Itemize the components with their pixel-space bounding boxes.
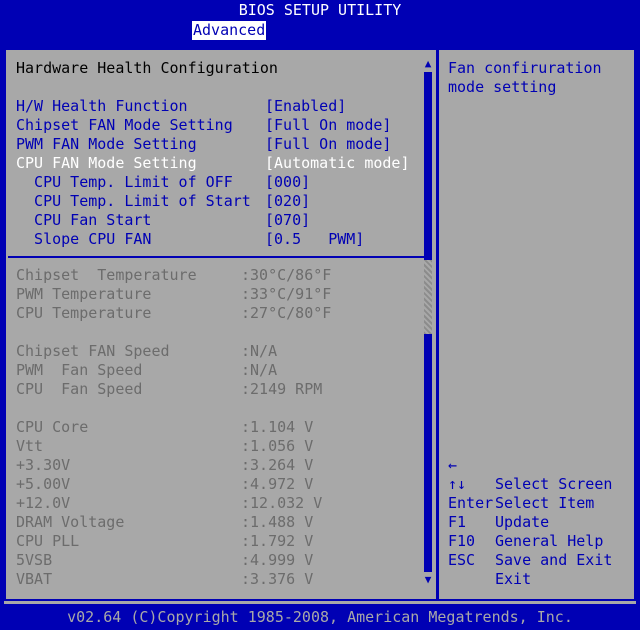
- monitor-value: :33°C/91°F: [241, 285, 332, 303]
- key-description: Exit: [495, 570, 532, 588]
- monitor-dram-voltage: DRAM Voltage :1.488 V: [16, 513, 313, 532]
- panel-bottom-border: [4, 599, 636, 601]
- monitor-vbat: VBAT :3.376 V: [16, 570, 313, 589]
- setting-cpu-temp-limit-start[interactable]: CPU Temp. Limit of Start [020]: [16, 192, 310, 211]
- setting-label: PWM FAN Mode Setting: [16, 135, 197, 153]
- setting-value: [000]: [265, 173, 311, 191]
- monitor-label: PWM Fan Speed: [16, 361, 143, 379]
- monitor-label: +5.00V: [16, 475, 71, 493]
- monitor-label: PWM Temperature: [16, 285, 152, 303]
- monitor-label: VBAT: [16, 570, 53, 588]
- setting-value: [0.5 PWM]: [265, 230, 365, 248]
- monitor-label: Vtt: [16, 437, 44, 455]
- monitor-label: Chipset Temperature: [16, 266, 197, 284]
- monitor-label: CPU PLL: [16, 532, 80, 550]
- tab-advanced[interactable]: Advanced: [192, 21, 267, 40]
- setting-cpu-temp-limit-off[interactable]: CPU Temp. Limit of OFF [000]: [16, 173, 310, 192]
- monitor-value: :N/A: [241, 361, 278, 379]
- monitor-value: :1.104 V: [241, 418, 314, 436]
- panel-divider: [436, 48, 439, 601]
- key-row: F1 General Help: [448, 494, 628, 550]
- setting-label: CPU FAN Mode Setting: [16, 154, 197, 172]
- scroll-up-arrow-icon[interactable]: ▲: [422, 58, 434, 70]
- key-row: Enter Update: [448, 475, 628, 531]
- monitor-label: CPU Fan Speed: [16, 380, 143, 398]
- scrollbar[interactable]: ▲ ▼: [422, 58, 434, 586]
- monitor-value: :2149 RPM: [241, 380, 323, 398]
- setting-value: [070]: [265, 211, 311, 229]
- monitor-chipset-temperature: Chipset Temperature :30°C/86°F: [16, 266, 331, 285]
- monitor-value: :3.264 V: [241, 456, 314, 474]
- panel-right-border: [634, 48, 636, 601]
- setting-label: Chipset FAN Mode Setting: [16, 116, 233, 134]
- help-line: mode setting: [448, 78, 557, 96]
- monitor-12v: +12.0V :12.032 V: [16, 494, 322, 513]
- monitor-label: Chipset FAN Speed: [16, 342, 170, 360]
- setting-value: [Enabled]: [265, 97, 347, 115]
- key-description: Save and Exit: [495, 551, 613, 569]
- monitor-value: :12.032 V: [241, 494, 323, 512]
- panel-left-border: [4, 48, 6, 601]
- monitor-value: :3.376 V: [241, 570, 314, 588]
- setting-hw-health-function[interactable]: H/W Health Function [Enabled]: [16, 97, 346, 116]
- key-row: ↑↓ Select Item: [448, 456, 628, 512]
- monitor-value: :1.056 V: [241, 437, 314, 455]
- key-row: ← Select Screen: [448, 437, 628, 493]
- monitor-value: :4.999 V: [241, 551, 314, 569]
- monitor-label: CPU Core: [16, 418, 89, 436]
- monitor-value: :1.792 V: [241, 532, 314, 550]
- setting-label: CPU Temp. Limit of OFF: [16, 173, 233, 191]
- monitor-cpu-core: CPU Core :1.104 V: [16, 418, 313, 437]
- monitor-value: :1.488 V: [241, 513, 314, 531]
- setting-label: CPU Fan Start: [16, 211, 152, 229]
- monitor-pwm-fan-speed: PWM Fan Speed :N/A: [16, 361, 277, 380]
- setting-label: Slope CPU FAN: [16, 230, 152, 248]
- setting-pwm-fan-mode[interactable]: PWM FAN Mode Setting [Full On mode]: [16, 135, 391, 154]
- monitor-label: CPU Temperature: [16, 304, 152, 322]
- setting-value: [Full On mode]: [265, 135, 392, 153]
- key-name: ESC: [448, 551, 476, 569]
- section-divider: [8, 256, 424, 258]
- bios-screen: BIOS SETUP UTILITY Advanced Hardware Hea…: [0, 0, 640, 630]
- scroll-down-arrow-icon[interactable]: ▼: [422, 574, 434, 586]
- monitor-value: :30°C/86°F: [241, 266, 332, 284]
- setting-value: [020]: [265, 192, 311, 210]
- setting-label: CPU Temp. Limit of Start: [16, 192, 251, 210]
- monitor-cpu-fan-speed: CPU Fan Speed :2149 RPM: [16, 380, 322, 399]
- monitor-label: 5VSB: [16, 551, 53, 569]
- setting-cpu-fan-mode[interactable]: CPU FAN Mode Setting [Automatic mode]: [16, 154, 410, 173]
- monitor-cpu-temperature: CPU Temperature :27°C/80°F: [16, 304, 331, 323]
- monitor-3v3: +3.30V :3.264 V: [16, 456, 313, 475]
- section-title: Hardware Health Configuration: [16, 59, 278, 77]
- monitor-cpu-pll: CPU PLL :1.792 V: [16, 532, 313, 551]
- tab-bar: Advanced: [0, 21, 640, 40]
- help-description: Fan confiruration mode setting: [448, 59, 628, 97]
- key-row: ESC Exit: [448, 532, 628, 588]
- monitor-value: :N/A: [241, 342, 278, 360]
- monitor-5vsb: 5VSB :4.999 V: [16, 551, 313, 570]
- copyright-footer: v02.64 (C)Copyright 1985-2008, American …: [67, 608, 573, 626]
- monitor-chipset-fan-speed: Chipset FAN Speed :N/A: [16, 342, 277, 361]
- scroll-track[interactable]: [424, 72, 432, 572]
- setting-label: H/W Health Function: [16, 97, 188, 115]
- key-row: F10 Save and Exit: [448, 513, 628, 569]
- monitor-label: DRAM Voltage: [16, 513, 125, 531]
- monitor-label: +3.30V: [16, 456, 71, 474]
- monitor-vtt: Vtt :1.056 V: [16, 437, 313, 456]
- scroll-thumb[interactable]: [424, 260, 432, 334]
- setting-value: [Automatic mode]: [265, 154, 410, 172]
- help-line: Fan confiruration: [448, 59, 602, 77]
- monitor-label: +12.0V: [16, 494, 71, 512]
- setting-chipset-fan-mode[interactable]: Chipset FAN Mode Setting [Full On mode]: [16, 116, 391, 135]
- monitor-value: :4.972 V: [241, 475, 314, 493]
- monitor-pwm-temperature: PWM Temperature :33°C/91°F: [16, 285, 331, 304]
- setting-slope-cpu-fan[interactable]: Slope CPU FAN [0.5 PWM]: [16, 230, 364, 249]
- bios-title: BIOS SETUP UTILITY: [238, 1, 402, 19]
- setting-cpu-fan-start[interactable]: CPU Fan Start [070]: [16, 211, 310, 230]
- setting-value: [Full On mode]: [265, 116, 392, 134]
- monitor-value: :27°C/80°F: [241, 304, 332, 322]
- monitor-5v: +5.00V :4.972 V: [16, 475, 313, 494]
